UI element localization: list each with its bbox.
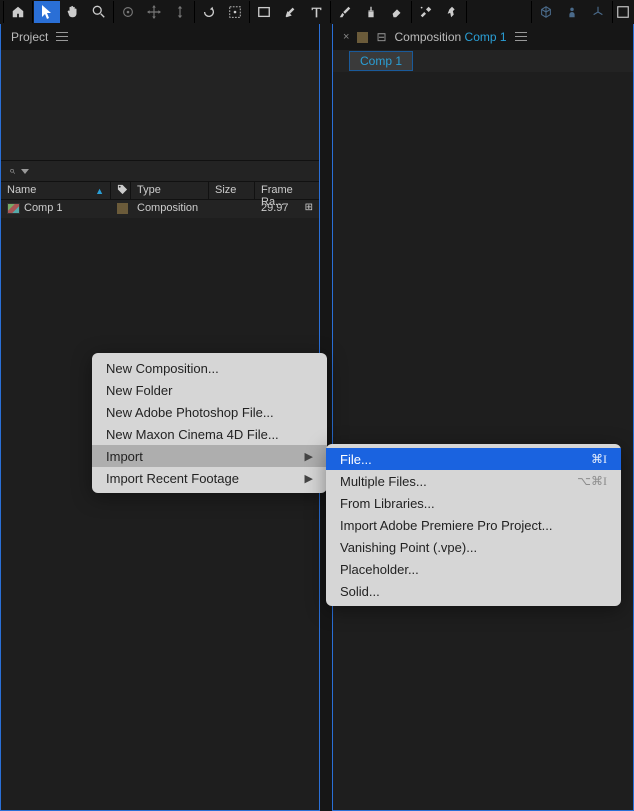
orbit-tool-icon[interactable] — [115, 1, 141, 23]
asset-table-header: Name▲ Type Size Frame Ra... — [1, 182, 319, 200]
submenu-file[interactable]: File...⌘I — [326, 448, 621, 470]
brush-tool-icon[interactable] — [332, 1, 358, 23]
anchor-point-tool-icon[interactable] — [222, 1, 248, 23]
project-search-row: ⌕ — [1, 160, 319, 182]
lock-open-icon[interactable]: ⊟ — [376, 30, 386, 44]
shortcut-text: ⌥⌘I — [577, 474, 607, 489]
menu-new-composition[interactable]: New Composition... — [92, 357, 327, 379]
import-submenu: File...⌘I Multiple Files...⌥⌘I From Libr… — [326, 444, 621, 606]
project-context-menu: New Composition... New Folder New Adobe … — [92, 353, 327, 493]
menu-import-recent-footage[interactable]: Import Recent Footage▶ — [92, 467, 327, 489]
composition-tab[interactable]: Comp 1 — [349, 51, 413, 71]
submenu-solid[interactable]: Solid... — [326, 580, 621, 602]
column-name[interactable]: Name▲ — [1, 182, 111, 199]
home-icon[interactable] — [5, 1, 31, 23]
menu-new-photoshop-file[interactable]: New Adobe Photoshop File... — [92, 401, 327, 423]
project-asset-table: Name▲ Type Size Frame Ra... Comp 1 Compo… — [1, 182, 319, 218]
panel-menu-icon[interactable] — [515, 32, 527, 42]
clone-stamp-tool-icon[interactable] — [358, 1, 384, 23]
project-panel-title: Project — [11, 30, 48, 44]
3d-axis-icon[interactable] — [585, 1, 611, 23]
panel-menu-icon[interactable] — [56, 32, 68, 42]
main-toolbar — [0, 0, 634, 24]
project-thumbnail-area — [1, 50, 319, 160]
submenu-multiple-files[interactable]: Multiple Files...⌥⌘I — [326, 470, 621, 492]
menu-new-folder[interactable]: New Folder — [92, 379, 327, 401]
submenu-from-libraries[interactable]: From Libraries... — [326, 492, 621, 514]
column-tag[interactable] — [111, 182, 131, 199]
asset-framerate: 29.97 — [261, 202, 289, 216]
composition-label: Composition — [395, 30, 462, 44]
asset-name: Comp 1 — [24, 202, 63, 214]
composition-active-name[interactable]: Comp 1 — [465, 30, 507, 44]
column-framerate[interactable]: Frame Ra... — [255, 182, 319, 199]
submenu-arrow-icon: ▶ — [305, 472, 313, 485]
dolly-tool-icon[interactable] — [167, 1, 193, 23]
column-size[interactable]: Size — [209, 182, 255, 199]
submenu-arrow-icon: ▶ — [305, 450, 313, 463]
label-color-chip — [357, 32, 368, 43]
project-search-input[interactable] — [35, 165, 311, 177]
asset-size — [209, 200, 255, 218]
puppet-pin-tool-icon[interactable] — [439, 1, 465, 23]
rotate-tool-icon[interactable] — [196, 1, 222, 23]
3d-person-icon[interactable] — [559, 1, 585, 23]
asset-row[interactable]: Comp 1 Composition 29.97 ⊞ — [1, 200, 319, 218]
selection-tool-icon[interactable] — [34, 1, 60, 23]
composition-panel: × ⊟ Composition Comp 1 Comp 1 — [332, 24, 634, 811]
flowchart-icon[interactable]: ⊞ — [305, 202, 313, 216]
label-color-chip — [117, 203, 128, 214]
composition-icon — [7, 203, 20, 214]
rectangle-tool-icon[interactable] — [251, 1, 277, 23]
3d-cube-icon[interactable] — [533, 1, 559, 23]
zoom-tool-icon[interactable] — [86, 1, 112, 23]
pen-tool-icon[interactable] — [277, 1, 303, 23]
type-tool-icon[interactable] — [303, 1, 329, 23]
column-type[interactable]: Type — [131, 182, 209, 199]
hand-tool-icon[interactable] — [60, 1, 86, 23]
eraser-tool-icon[interactable] — [384, 1, 410, 23]
roto-brush-tool-icon[interactable] — [413, 1, 439, 23]
search-icon: ⌕ — [9, 165, 15, 178]
submenu-vanishing-point[interactable]: Vanishing Point (.vpe)... — [326, 536, 621, 558]
composition-viewer[interactable] — [333, 72, 633, 810]
close-panel-icon[interactable]: × — [343, 31, 349, 43]
snapping-icon[interactable] — [614, 1, 632, 23]
submenu-import-premiere[interactable]: Import Adobe Premiere Pro Project... — [326, 514, 621, 536]
submenu-placeholder[interactable]: Placeholder... — [326, 558, 621, 580]
composition-breadcrumb-row: Comp 1 — [333, 50, 633, 72]
pan-camera-tool-icon[interactable] — [141, 1, 167, 23]
shortcut-text: ⌘I — [591, 452, 607, 467]
project-panel-header: Project — [1, 24, 319, 50]
menu-import[interactable]: Import▶ — [92, 445, 327, 467]
search-dropdown-icon[interactable] — [21, 169, 29, 174]
menu-new-c4d-file[interactable]: New Maxon Cinema 4D File... — [92, 423, 327, 445]
asset-type: Composition — [131, 200, 209, 218]
composition-panel-header: × ⊟ Composition Comp 1 — [333, 24, 633, 50]
sort-ascending-icon: ▲ — [95, 186, 104, 196]
